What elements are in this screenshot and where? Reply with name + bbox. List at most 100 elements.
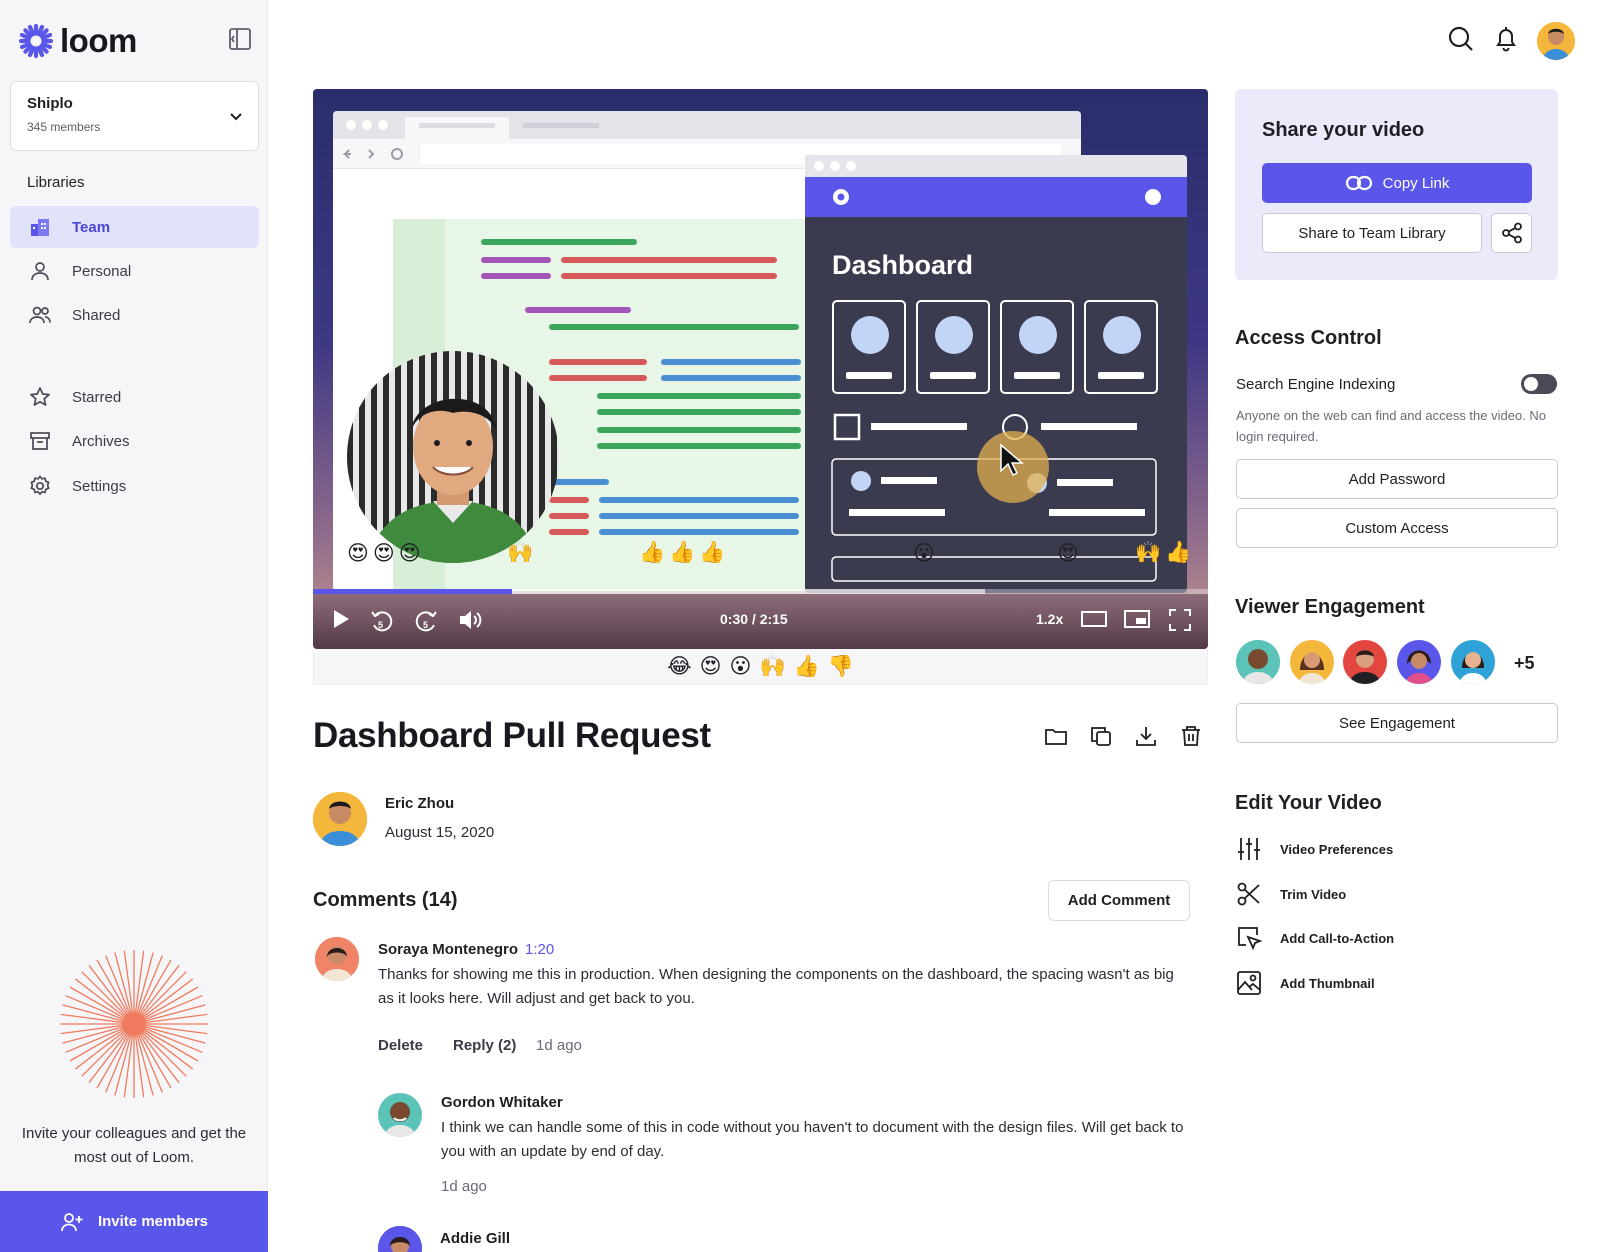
theater-mode-icon[interactable] xyxy=(1080,608,1108,630)
sidebar-item-label: Starred xyxy=(72,388,122,406)
video-preferences-label: Video Preferences xyxy=(1280,841,1394,857)
trim-video-item[interactable]: Trim Video xyxy=(1236,881,1346,907)
see-engagement-button[interactable]: See Engagement xyxy=(1236,703,1558,743)
viewer-avatar[interactable] xyxy=(1397,640,1441,684)
add-password-button[interactable]: Add Password xyxy=(1236,459,1558,499)
reaction-thumbs-up[interactable]: 👍 xyxy=(794,655,820,679)
add-thumbnail-item[interactable]: Add Thumbnail xyxy=(1236,970,1375,996)
upload-date: August 15, 2020 xyxy=(385,824,495,841)
add-call-to-action-item[interactable]: Add Call-to-Action xyxy=(1236,925,1394,951)
mouse-cursor-icon xyxy=(1000,443,1025,477)
reaction-emojis: 😮 xyxy=(913,542,939,565)
star-icon xyxy=(30,387,50,406)
viewer-avatar[interactable] xyxy=(1343,640,1387,684)
video-preferences-item[interactable]: Video Preferences xyxy=(1236,836,1393,862)
reply-button[interactable]: Reply (2) xyxy=(453,1037,516,1054)
custom-access-button[interactable]: Custom Access xyxy=(1236,508,1558,548)
add-comment-button[interactable]: Add Comment xyxy=(1048,880,1190,921)
sidebar-item-team[interactable]: Team xyxy=(10,206,259,248)
copy-link-button[interactable]: Copy Link xyxy=(1262,163,1532,203)
video-player[interactable]: Dashboard 😍😍😍 🙌 👍👍👍 😮 😍 🙌👍 5 5 0:30 / 2:… xyxy=(313,89,1208,649)
sidebar-item-label: Team xyxy=(72,218,111,236)
fullscreen-icon[interactable] xyxy=(1168,608,1192,632)
author-name[interactable]: Eric Zhou xyxy=(385,795,454,812)
comment-author: Soraya Montenegro 1:20 xyxy=(378,941,554,958)
rewind-5-icon[interactable]: 5 xyxy=(369,608,395,634)
reaction-emojis: 👍👍👍 xyxy=(639,541,730,564)
viewer-engagement-title: Viewer Engagement xyxy=(1235,596,1425,618)
workspace-name: Shiplo xyxy=(27,95,73,112)
seo-indexing-toggle[interactable] xyxy=(1521,374,1557,394)
loom-logo[interactable]: loom xyxy=(18,22,137,60)
collapse-sidebar-icon[interactable] xyxy=(228,27,252,51)
reaction-raised-hands[interactable]: 🙌 xyxy=(759,655,785,679)
dashboard-window-bar xyxy=(805,155,1187,177)
user-avatar[interactable] xyxy=(1537,22,1575,60)
share-icon xyxy=(1501,222,1522,244)
dashboard-card xyxy=(1084,300,1158,394)
invite-members-button[interactable]: Invite members xyxy=(0,1191,268,1252)
duplicate-icon[interactable] xyxy=(1089,724,1113,748)
comment-author-name[interactable]: Gordon Whitaker xyxy=(441,1094,563,1111)
presenter-webcam xyxy=(347,351,559,563)
playback-speed[interactable]: 1.2x xyxy=(1036,611,1063,627)
reaction-surprised[interactable]: 😮 xyxy=(730,654,752,679)
comment-author-name[interactable]: Soraya Montenegro xyxy=(378,941,518,958)
reaction-emojis: 😍 xyxy=(1057,542,1083,565)
access-control-title: Access Control xyxy=(1235,327,1382,349)
reaction-thumbs-down[interactable]: 👎 xyxy=(828,655,854,679)
comment-timestamp[interactable]: 1:20 xyxy=(525,941,554,958)
dashboard-title: Dashboard xyxy=(832,250,974,280)
libraries-heading: Libraries xyxy=(27,174,85,191)
viewer-avatar[interactable] xyxy=(1236,640,1280,684)
sidebar-item-shared[interactable]: Shared xyxy=(10,294,259,336)
seo-indexing-label: Search Engine Indexing xyxy=(1236,376,1396,393)
video-controls: 5 5 0:30 / 2:15 1.2x xyxy=(313,594,1208,649)
sunburst-illustration xyxy=(60,950,208,1098)
sidebar-item-archives[interactable]: Archives xyxy=(10,420,259,462)
trash-icon[interactable] xyxy=(1179,724,1203,748)
delete-comment-button[interactable]: Delete xyxy=(378,1037,423,1054)
video-time: 0:30 / 2:15 xyxy=(720,611,788,627)
share-card: Share your video Copy Link Share to Team… xyxy=(1235,89,1558,280)
search-icon[interactable] xyxy=(1446,24,1476,54)
comment-author-name[interactable]: Addie Gill xyxy=(440,1230,510,1247)
add-thumbnail-label: Add Thumbnail xyxy=(1280,975,1375,991)
scissors-icon xyxy=(1237,882,1260,906)
forward-5-icon[interactable]: 5 xyxy=(413,608,439,634)
sidebar-item-label: Shared xyxy=(72,306,121,324)
commenter-avatar[interactable] xyxy=(378,1226,422,1252)
more-viewers-count[interactable]: +5 xyxy=(1514,653,1535,674)
add-user-icon xyxy=(61,1212,83,1231)
comment-age: 1d ago xyxy=(441,1178,487,1195)
reaction-heart-eyes[interactable]: 😍 xyxy=(700,654,722,679)
cursor-click-icon xyxy=(1238,927,1262,951)
sidebar-item-starred[interactable]: Starred xyxy=(10,376,259,418)
video-title: Dashboard Pull Request xyxy=(313,716,711,755)
commenter-avatar[interactable] xyxy=(315,937,359,981)
volume-icon[interactable] xyxy=(458,608,484,632)
dashboard-card xyxy=(832,300,906,394)
author-avatar[interactable] xyxy=(313,792,367,846)
link-icon xyxy=(1345,175,1372,191)
dashboard-window: Dashboard xyxy=(805,155,1187,593)
picture-in-picture-icon[interactable] xyxy=(1123,608,1151,630)
sidebar-item-personal[interactable]: Personal xyxy=(10,250,259,292)
download-icon[interactable] xyxy=(1134,724,1158,748)
sidebar-item-settings[interactable]: Settings xyxy=(10,465,259,507)
workspace-switcher[interactable]: Shiplo 345 members xyxy=(10,81,259,151)
image-icon xyxy=(1237,971,1261,995)
play-icon[interactable] xyxy=(331,608,351,630)
reaction-laugh[interactable]: 😂 xyxy=(667,654,692,679)
viewer-avatar[interactable] xyxy=(1290,640,1334,684)
bell-icon[interactable] xyxy=(1491,24,1521,54)
commenter-avatar[interactable] xyxy=(378,1093,422,1137)
share-to-team-library-button[interactable]: Share to Team Library xyxy=(1262,213,1482,253)
browser-tab-bar xyxy=(333,111,1081,139)
reaction-emojis: 😍😍😍 xyxy=(347,542,425,565)
share-button[interactable] xyxy=(1491,213,1532,253)
sidebar: loom Shiplo 345 members Libraries Team P… xyxy=(0,0,268,1252)
viewer-avatar[interactable] xyxy=(1451,640,1495,684)
folder-icon[interactable] xyxy=(1044,724,1068,748)
team-icon xyxy=(31,219,49,236)
